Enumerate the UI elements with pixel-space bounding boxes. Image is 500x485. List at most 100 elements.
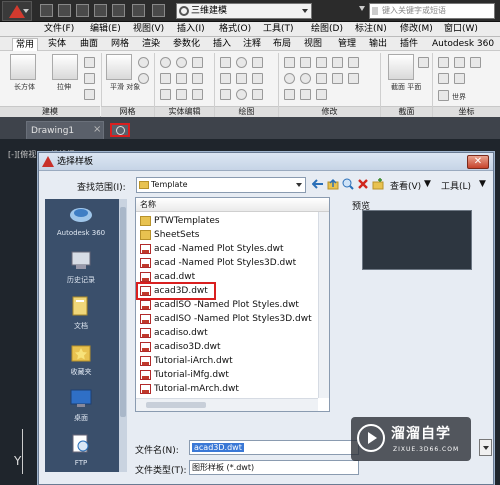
place-history[interactable]: 历史记录 [45, 245, 117, 291]
menu-tools[interactable]: 工具(T) [263, 23, 294, 36]
close-icon[interactable]: × [93, 121, 101, 139]
erase-icon[interactable] [300, 89, 311, 100]
shell-icon[interactable] [192, 73, 203, 84]
tab-surface[interactable]: 曲面 [80, 38, 98, 50]
rotate-icon[interactable] [332, 57, 343, 68]
menu-dimension[interactable]: 标注(N) [355, 23, 387, 36]
tab-view[interactable]: 视图 [304, 38, 322, 50]
slice-icon[interactable] [160, 89, 171, 100]
workspace-select[interactable]: 三维建模 [176, 3, 312, 19]
menu-file[interactable]: 文件(F) [44, 23, 74, 36]
panel-mesh-title[interactable]: 网格 [101, 106, 154, 117]
thicken-icon[interactable] [176, 89, 187, 100]
tab-layout[interactable]: 布局 [273, 38, 291, 50]
list-item[interactable]: Tutorial-iArch.dwt [138, 354, 318, 368]
separate-icon[interactable] [176, 73, 187, 84]
list-item[interactable]: acadISO -Named Plot Styles.dwt [138, 298, 318, 312]
back-icon[interactable] [312, 178, 324, 190]
section-icon[interactable] [418, 57, 429, 68]
delete-icon[interactable] [357, 178, 369, 190]
file-name-field[interactable]: acad3D.dwt [189, 440, 359, 455]
list-item-selected[interactable]: acad3D.dwt [136, 282, 216, 300]
views-chevron-icon[interactable]: ▼ [424, 179, 431, 189]
list-item[interactable]: acad -Named Plot Styles.dwt [138, 242, 318, 256]
column-header-name[interactable]: 名称 [136, 198, 329, 212]
mesh-smooth-more-icon[interactable] [138, 57, 149, 68]
places-scrollbar[interactable] [119, 199, 127, 472]
imprint-icon[interactable] [192, 89, 203, 100]
list-item[interactable]: Tutorial-mArch.dwt [138, 382, 318, 396]
menu-view[interactable]: 视图(V) [133, 23, 164, 36]
file-list-horizontal-scrollbar[interactable] [136, 398, 318, 411]
tab-manage[interactable]: 管理 [338, 38, 356, 50]
save-as-icon[interactable] [94, 4, 107, 17]
print-icon[interactable] [112, 4, 125, 17]
place-desktop[interactable]: 桌面 [45, 383, 117, 429]
copy-icon[interactable] [300, 57, 311, 68]
list-item[interactable]: PTWTemplates [138, 214, 318, 228]
panel-solid-edit-title[interactable]: 实体编辑 [155, 106, 214, 117]
scrollbar-thumb[interactable] [146, 402, 206, 408]
place-documents[interactable]: 文档 [45, 291, 117, 337]
ucs-z-icon[interactable] [470, 57, 481, 68]
menu-insert[interactable]: 插入(I) [177, 23, 205, 36]
tab-insert[interactable]: 插入 [213, 38, 231, 50]
section-plane-icon[interactable] [388, 54, 414, 80]
place-ftp[interactable]: FTP [45, 429, 117, 475]
list-item[interactable]: acad -Named Plot Styles3D.dwt [138, 256, 318, 270]
panel-modeling-title[interactable]: 建模 [0, 106, 100, 117]
search-web-icon[interactable] [342, 178, 354, 190]
world-ucs-label[interactable]: 世界 [452, 92, 466, 102]
tools-chevron-icon[interactable]: ▼ [479, 179, 486, 189]
scale-icon[interactable] [332, 73, 343, 84]
scrollbar-thumb[interactable] [120, 207, 126, 417]
list-item[interactable]: acadiso3D.dwt [138, 340, 318, 354]
open-options-dropdown[interactable] [479, 439, 492, 456]
loft-icon[interactable] [84, 89, 95, 100]
ucs-view-icon[interactable] [438, 73, 449, 84]
subtract-icon[interactable] [176, 57, 187, 68]
align-icon[interactable] [284, 89, 295, 100]
menu-draw[interactable]: 绘图(D) [311, 23, 343, 36]
sweep-icon[interactable] [84, 73, 95, 84]
tab-plugins[interactable]: 插件 [400, 38, 418, 50]
fillet-icon[interactable] [284, 73, 295, 84]
save-icon[interactable] [76, 4, 89, 17]
menu-window[interactable]: 窗口(W) [444, 23, 478, 36]
stretch-icon[interactable] [316, 57, 327, 68]
list-item[interactable]: acad.dwt [138, 270, 318, 284]
panel-draw-title[interactable]: 绘图 [215, 106, 278, 117]
file-list-vertical-scrollbar[interactable] [318, 212, 329, 398]
menu-edit[interactable]: 编辑(E) [90, 23, 121, 36]
array-icon[interactable] [316, 73, 327, 84]
point-icon[interactable] [252, 89, 263, 100]
spline-icon[interactable] [252, 73, 263, 84]
mirror-icon[interactable] [348, 57, 359, 68]
dialog-close-button[interactable]: ✕ [467, 155, 489, 169]
list-item[interactable]: acadISO -Named Plot Styles3D.dwt [138, 312, 318, 326]
smooth-object-icon[interactable] [106, 54, 132, 80]
look-in-select[interactable]: Template [136, 177, 306, 193]
ucs-origin-icon[interactable] [454, 57, 465, 68]
up-folder-icon[interactable] [327, 178, 339, 190]
explode-icon[interactable] [316, 89, 327, 100]
panel-section-title[interactable]: 截面 [381, 106, 432, 117]
tab-annotate[interactable]: 注释 [243, 38, 261, 50]
tab-output[interactable]: 输出 [369, 38, 387, 50]
tools-menu[interactable]: 工具(L) [441, 179, 471, 192]
tab-solid[interactable]: 实体 [48, 38, 66, 50]
move-icon[interactable] [284, 57, 295, 68]
quick-access-more-icon[interactable] [359, 6, 365, 11]
application-menu-button[interactable] [2, 1, 32, 21]
line-icon[interactable] [220, 57, 231, 68]
list-item[interactable]: SheetSets [138, 228, 318, 242]
undo-icon[interactable] [132, 4, 145, 17]
polyline-icon[interactable] [220, 73, 231, 84]
panel-modify-title[interactable]: 修改 [279, 106, 380, 117]
intersect-icon[interactable] [192, 57, 203, 68]
ucs-icon[interactable] [438, 57, 449, 68]
search-input[interactable]: 键入关键字或短语 [369, 3, 495, 19]
rectangle-icon[interactable] [236, 73, 247, 84]
union-icon[interactable] [160, 57, 171, 68]
tab-mesh[interactable]: 网格 [111, 38, 129, 50]
